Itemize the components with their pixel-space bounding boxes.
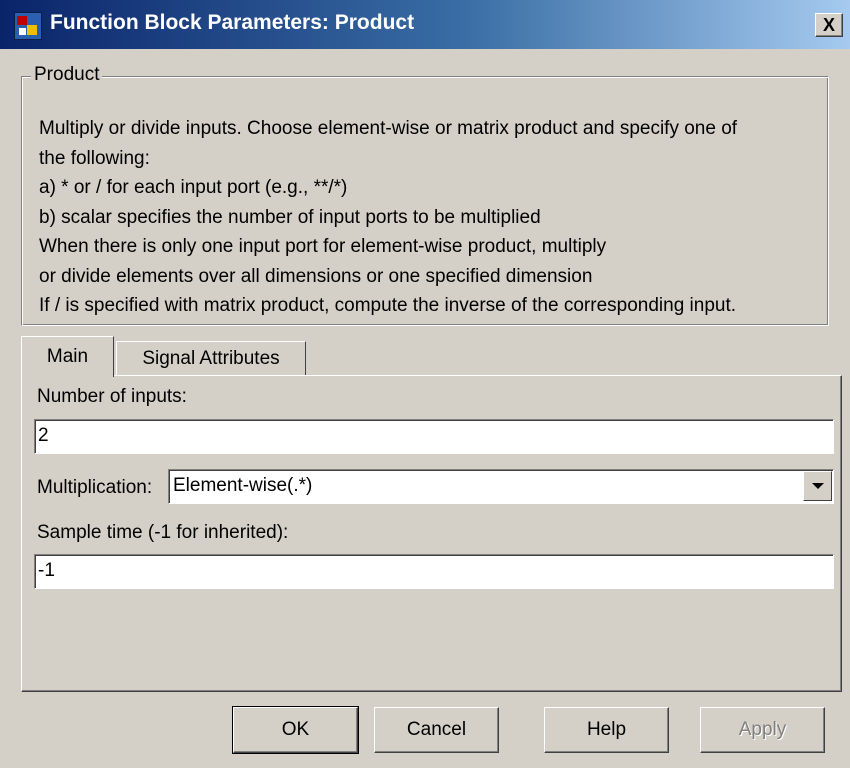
block-description: Multiply or divide inputs. Choose elemen… <box>39 114 829 321</box>
window-title: Function Block Parameters: Product <box>50 11 415 34</box>
title-bar[interactable]: Function Block Parameters: Product X <box>0 0 850 49</box>
description-line: the following: <box>39 147 150 169</box>
apply-button[interactable]: Apply <box>700 707 825 753</box>
ok-button-label: OK <box>281 719 310 740</box>
description-line: If / is specified with matrix product, c… <box>39 295 737 316</box>
tab-signal-attributes[interactable]: Signal Attributes <box>116 341 306 375</box>
close-button[interactable]: X <box>815 13 843 37</box>
groupbox-legend: Product <box>31 64 103 86</box>
help-button[interactable]: Help <box>544 707 669 753</box>
number-of-inputs-label: Number of inputs: <box>37 386 187 407</box>
multiplication-selected-value: Element-wise(.*) <box>173 475 313 496</box>
apply-button-label: Apply <box>738 719 787 740</box>
sample-time-label: Sample time (-1 for inherited): <box>37 522 289 543</box>
dropdown-button[interactable] <box>803 471 832 501</box>
multiplication-label: Multiplication: <box>37 477 153 498</box>
multiplication-select[interactable]: Element-wise(.*) <box>168 469 834 504</box>
tab-main[interactable]: Main <box>21 336 114 377</box>
sample-time-input[interactable]: -1 <box>34 554 834 589</box>
number-of-inputs-input[interactable]: 2 <box>34 419 834 454</box>
help-button-label: Help <box>586 719 627 740</box>
description-line: b) scalar specifies the number of input … <box>39 206 541 228</box>
description-line: or divide elements over all dimensions o… <box>39 265 593 287</box>
description-line: a) * or / for each input port (e.g., **/… <box>39 177 348 198</box>
tab-signal-attributes-label: Signal Attributes <box>142 347 280 369</box>
close-icon: X <box>822 15 835 35</box>
cancel-button[interactable]: Cancel <box>374 707 499 753</box>
ok-button[interactable]: OK <box>232 706 359 754</box>
simulink-block-icon <box>14 12 42 40</box>
dialog-window: Function Block Parameters: Product X Pro… <box>0 0 850 768</box>
tab-main-label: Main <box>46 346 89 367</box>
cancel-button-label: Cancel <box>406 719 467 740</box>
chevron-down-icon <box>811 483 824 489</box>
description-line: When there is only one input port for el… <box>39 236 607 257</box>
description-line: Multiply or divide inputs. Choose elemen… <box>39 118 738 139</box>
